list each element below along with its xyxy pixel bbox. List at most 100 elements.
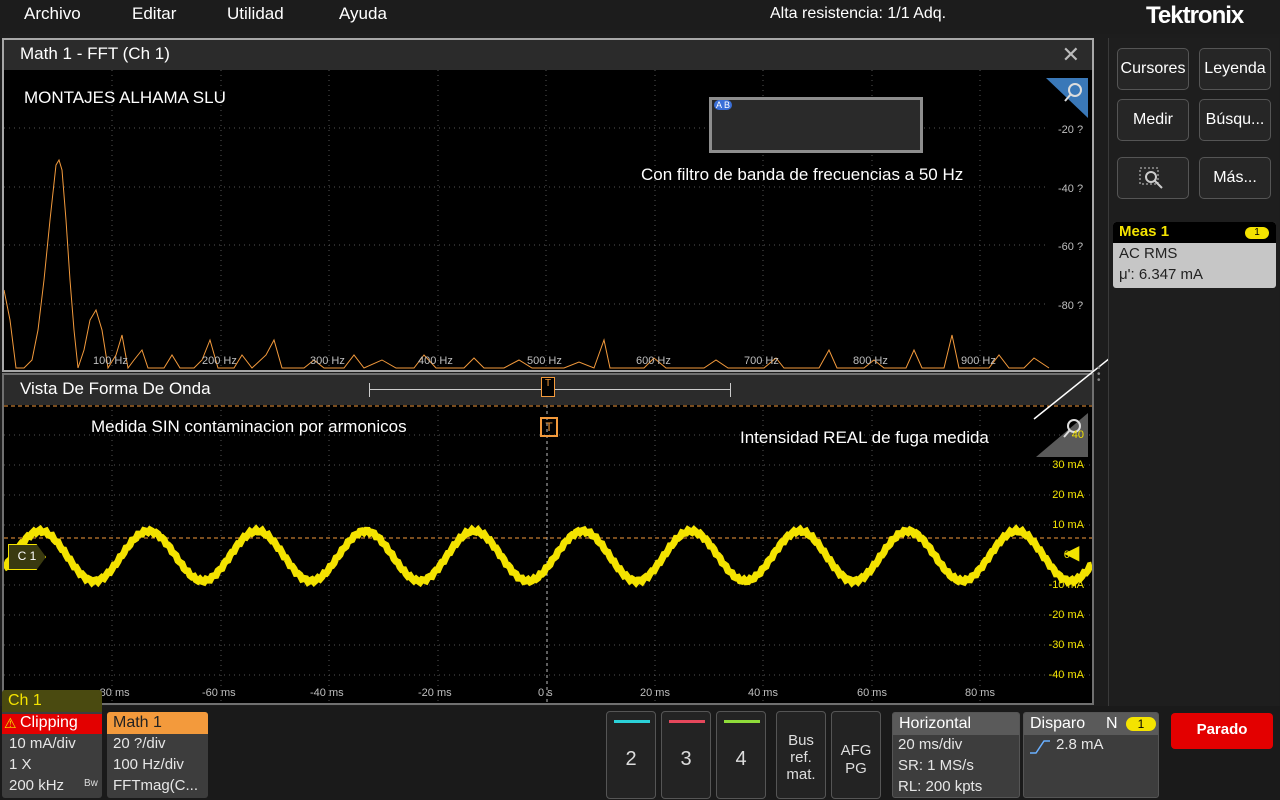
ch1-title: Ch 1 — [8, 692, 42, 709]
meas-1-badge[interactable]: Meas 1 1 AC RMS μ': 6.347 mA — [1113, 222, 1276, 288]
ch1-badge[interactable]: Ch 1 ⚠ Clipping 10 mA/div 1 X 200 kHz Bw — [2, 690, 102, 798]
fft-x-label: 500 Hz — [527, 355, 562, 367]
meas-1-header: Meas 1 1 — [1113, 222, 1276, 243]
menu-bar: Archivo Editar Utilidad Ayuda Alta resis… — [0, 0, 1280, 34]
menu-utilidad[interactable]: Utilidad — [227, 4, 284, 24]
channel-3-button[interactable]: 3 — [661, 711, 711, 799]
wave-y-label: 0 — [1063, 549, 1070, 561]
ch1-scale: 10 mA/div — [9, 735, 76, 752]
mat-line: mat. — [786, 766, 816, 783]
afg-pg-button[interactable]: AFG PG — [831, 711, 881, 799]
math1-expression: FFTmag(C... — [113, 777, 198, 794]
fft-y-label: -60 ? — [1058, 241, 1084, 253]
wave-y-label: 40 — [1071, 429, 1084, 441]
math1-scale: 20 ?/div — [113, 735, 166, 752]
ch2-color-bar — [614, 720, 650, 723]
ch2-label: 2 — [625, 748, 637, 770]
wave-x-label: 0 s — [538, 687, 553, 699]
fft-y-label: -40 ? — [1058, 183, 1084, 195]
ch1-probe: 1 X — [9, 756, 32, 773]
trigger-source-badge: 1 — [1126, 717, 1156, 731]
fft-note-filter: Con filtro de banda de frecuencias a 50 … — [641, 165, 964, 184]
trigger-mode: N — [1106, 715, 1118, 732]
search-button[interactable]: Búsqu... — [1199, 99, 1271, 141]
clipping-warning: ⚠ Clipping — [2, 714, 102, 734]
more-button[interactable]: Más... — [1199, 157, 1271, 199]
trigger-title: Disparo — [1030, 715, 1086, 732]
bus-line: Bus — [788, 732, 814, 749]
menu-editar[interactable]: Editar — [132, 4, 176, 24]
fft-x-label: 100 Hz — [93, 355, 128, 367]
cursors-button[interactable]: Cursores — [1117, 48, 1189, 90]
waveform-note-harmonics: Medida SIN contaminacion por armonicos — [91, 417, 407, 436]
zoom-button[interactable] — [1117, 157, 1189, 199]
wave-y-label: -30 mA — [1048, 639, 1084, 651]
acquisition-status: Alta resistencia: 1/1 Adq. — [770, 5, 947, 22]
wave-x-label: 80 ms — [965, 687, 995, 699]
wave-x-label: 60 ms — [857, 687, 887, 699]
fft-title: Math 1 - FFT (Ch 1) — [20, 44, 170, 63]
ch1-bandwidth: 200 kHz — [9, 777, 65, 794]
fft-x-label: 900 Hz — [961, 355, 996, 367]
zoom-corner-icon[interactable] — [1046, 78, 1088, 118]
legend-button[interactable]: Leyenda — [1199, 48, 1271, 90]
measure-button[interactable]: Medir — [1117, 99, 1189, 141]
wave-y-label: -10 mA — [1048, 579, 1084, 591]
ref-line: ref. — [790, 749, 812, 766]
horizontal-badge[interactable]: Horizontal 20 ms/div SR: 1 MS/s RL: 200 … — [892, 712, 1020, 798]
wave-y-label: 10 mA — [1052, 519, 1084, 531]
fft-trace — [4, 158, 1050, 370]
channel-2-button[interactable]: 2 — [606, 711, 656, 799]
bw-limit-icon: Bw — [84, 778, 98, 789]
record-length: RL: 200 kpts — [898, 778, 983, 795]
meas-1-title: Meas 1 — [1119, 223, 1170, 240]
ch3-color-bar — [669, 720, 705, 723]
ch3-label: 3 — [680, 748, 692, 770]
menu-ayuda[interactable]: Ayuda — [339, 4, 387, 24]
wave-x-label: -20 ms — [418, 687, 452, 699]
wave-y-label: -20 mA — [1048, 609, 1084, 621]
afg-pg-label: AFG PG — [832, 742, 880, 778]
clipping-label: Clipping — [20, 714, 78, 731]
ch1-header: Ch 1 — [2, 690, 102, 712]
wave-x-label: 20 ms — [640, 687, 670, 699]
wave-y-label: 20 mA — [1052, 489, 1084, 501]
bus-ref-math-button[interactable]: Bus ref. mat. — [776, 711, 826, 799]
close-icon[interactable]: ✕ — [1062, 42, 1080, 68]
horizontal-header: Horizontal — [893, 713, 1019, 735]
math1-title: Math 1 — [113, 714, 162, 731]
math1-badge[interactable]: Math 1 20 ?/div 100 Hz/div FFTmag(C... — [107, 712, 208, 798]
bus-ref-math-label: Bus ref. mat. — [777, 732, 825, 783]
meas-1-value: μ': 6.347 mA — [1119, 266, 1204, 283]
wave-y-label: -40 mA — [1048, 669, 1084, 681]
trigger-marker[interactable]: T — [540, 417, 558, 437]
waveform-title: Vista De Forma De Onda — [20, 379, 211, 398]
zoom-region-icon — [1139, 167, 1163, 189]
horizontal-scale: 20 ms/div — [898, 736, 963, 753]
waveform-title-bar: Vista De Forma De Onda T — [4, 375, 1092, 405]
panel-resize-handle[interactable]: • • • — [1097, 364, 1105, 386]
sample-rate: SR: 1 MS/s — [898, 757, 974, 774]
meas-1-type: AC RMS — [1119, 245, 1178, 262]
wave-y-label: 30 mA — [1052, 459, 1084, 471]
menu-archivo[interactable]: Archivo — [24, 4, 81, 24]
ab-callout-box[interactable]: A B — [709, 97, 923, 153]
fft-plot — [4, 70, 1050, 370]
waveform-trace — [4, 524, 1092, 588]
fft-x-label: 600 Hz — [636, 355, 671, 367]
run-stop-button[interactable]: Parado — [1171, 713, 1273, 749]
horizontal-title: Horizontal — [899, 715, 972, 732]
waveform-panel: Vista De Forma De Onda T T Medida SIN co… — [2, 373, 1094, 705]
trigger-badge[interactable]: Disparo N 1 2.8 mA — [1023, 712, 1159, 798]
fft-x-label: 700 Hz — [744, 355, 779, 367]
ch4-label: 4 — [735, 748, 747, 770]
trigger-position-marker[interactable]: T — [541, 377, 555, 397]
fft-note-company: MONTAJES ALHAMA SLU — [24, 88, 226, 107]
fft-panel: Math 1 - FFT (Ch 1) ✕ MONTAJES ALHAMA SL… — [2, 38, 1094, 372]
waveform-plot — [4, 405, 1092, 703]
fft-x-label: 800 Hz — [853, 355, 888, 367]
fft-y-label: -20 ? — [1058, 124, 1084, 136]
trigger-level: 2.8 mA — [1056, 736, 1104, 753]
channel-4-button[interactable]: 4 — [716, 711, 766, 799]
meas-source-badge: 1 — [1245, 227, 1269, 239]
